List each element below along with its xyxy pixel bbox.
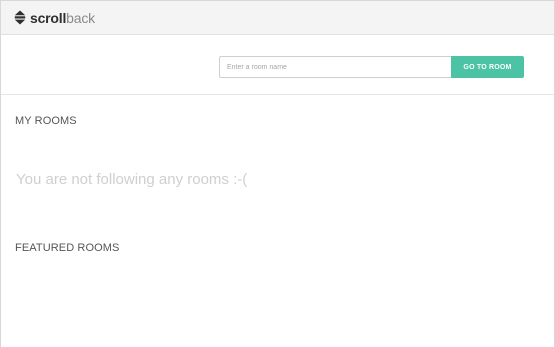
featured-rooms-heading: FEATURED ROOMS — [15, 242, 120, 254]
scrollback-logo-icon — [14, 10, 26, 25]
logo-text-light: back — [66, 9, 95, 26]
logo-text-bold: scroll — [30, 9, 67, 26]
room-search-bar: GO TO ROOM — [1, 35, 554, 95]
room-name-input[interactable] — [219, 56, 451, 78]
logo-wordmark: scrollback — [30, 10, 95, 26]
app-window: scrollback GO TO ROOM MY ROOMS You are n… — [0, 0, 555, 347]
empty-rooms-message: You are not following any rooms :-( — [16, 171, 248, 188]
scrollback-logo[interactable]: scrollback — [14, 10, 95, 26]
my-rooms-heading: MY ROOMS — [15, 115, 77, 127]
top-bar: scrollback — [1, 1, 554, 35]
go-to-room-button[interactable]: GO TO ROOM — [451, 56, 524, 78]
